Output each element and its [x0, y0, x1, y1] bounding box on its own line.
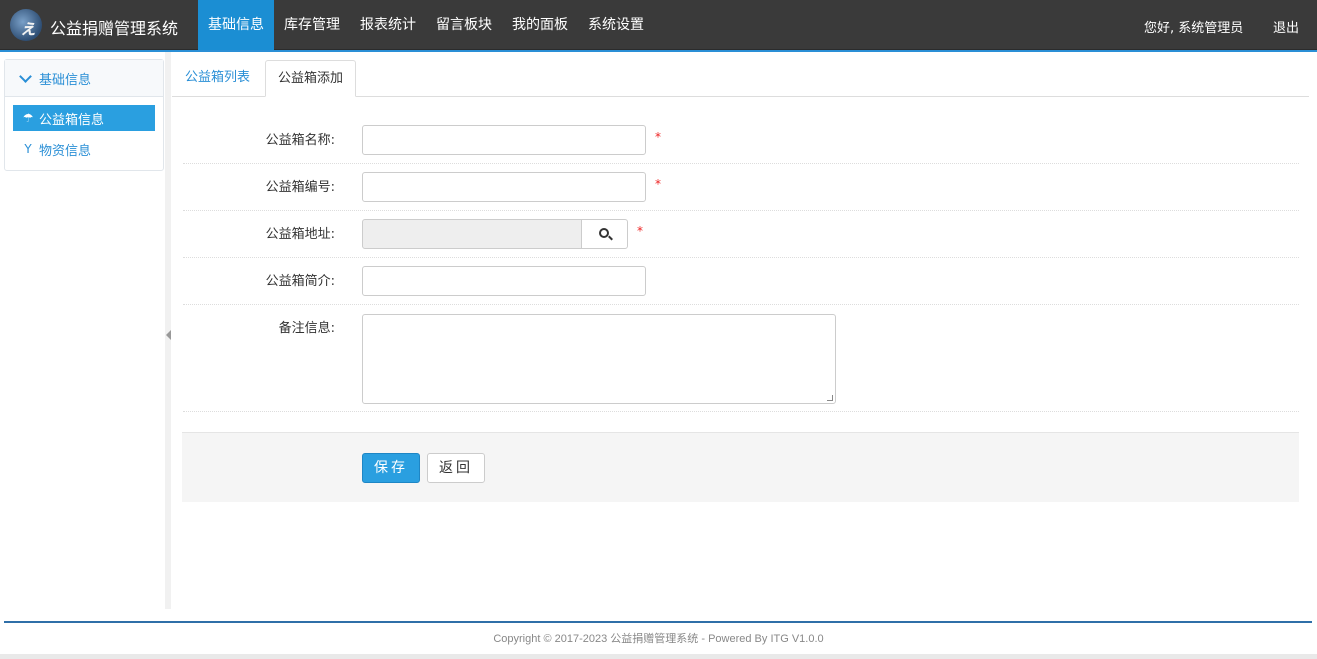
nav-reports[interactable]: 报表统计	[350, 0, 426, 50]
app-title: 公益捐赠管理系统	[50, 19, 179, 38]
name-label: 公益箱名称:	[265, 133, 335, 148]
topbar-divider	[0, 50, 1317, 52]
form-row-intro: 公益箱简介:	[183, 258, 1299, 305]
form-row-remark: 备注信息:	[183, 305, 1299, 412]
nav-basic-info[interactable]: 基础信息	[198, 0, 274, 50]
save-button[interactable]: 保存	[362, 453, 420, 483]
sidebar-item-box-info[interactable]: ☂ 公益箱信息	[13, 105, 155, 131]
collapse-arrow-icon[interactable]	[166, 330, 171, 340]
tab-box-list[interactable]: 公益箱列表	[173, 60, 262, 97]
remark-label: 备注信息:	[278, 321, 335, 336]
search-icon-handle	[608, 235, 613, 241]
top-navbar: ぇ 公益捐赠管理系统 基础信息 库存管理 报表统计 留言板块 我的面板 系统设置…	[0, 0, 1317, 50]
name-input[interactable]	[362, 125, 646, 155]
tab-box-add[interactable]: 公益箱添加	[265, 60, 356, 97]
form-row-name: 公益箱名称: *	[183, 116, 1299, 164]
umbrella-icon: ☂	[22, 111, 34, 125]
remark-textarea[interactable]	[362, 314, 836, 404]
back-button[interactable]: 返回	[427, 453, 485, 483]
required-mark: *	[655, 130, 661, 144]
sidebar: 基础信息 ☂ 公益箱信息 Y 物资信息	[4, 59, 164, 171]
address-search-button[interactable]	[581, 219, 628, 249]
sidebar-section-title: 基础信息	[39, 72, 92, 88]
user-greeting: 您好, 系统管理员	[1144, 21, 1244, 36]
code-label: 公益箱编号:	[265, 180, 335, 195]
address-input[interactable]	[362, 219, 582, 249]
nav-system-settings[interactable]: 系统设置	[578, 0, 654, 50]
main-nav: 基础信息 库存管理 报表统计 留言板块 我的面板 系统设置	[198, 0, 654, 50]
footer-divider	[4, 621, 1312, 623]
nav-inventory[interactable]: 库存管理	[274, 0, 350, 50]
filter-icon: Y	[24, 142, 32, 156]
form-row-address: 公益箱地址: *	[183, 211, 1299, 258]
sidebar-item-label: 物资信息	[39, 143, 92, 159]
address-label: 公益箱地址:	[265, 227, 335, 242]
required-mark: *	[655, 177, 661, 191]
intro-label: 公益箱简介:	[265, 274, 335, 289]
form-row-code: 公益箱编号: *	[183, 164, 1299, 211]
footer-copyright: Copyright © 2017-2023 公益捐赠管理系统 - Powered…	[493, 633, 824, 645]
form-actions: 保存 返回	[182, 432, 1299, 502]
chevron-down-icon	[19, 69, 32, 83]
resize-handle-icon[interactable]	[827, 395, 833, 401]
sidebar-item-goods-info[interactable]: Y 物资信息	[13, 136, 155, 162]
sidebar-item-label: 公益箱信息	[39, 112, 105, 128]
nav-my-panel[interactable]: 我的面板	[502, 0, 578, 50]
runner-logo-icon: ぇ	[10, 9, 42, 41]
window-bottom-edge	[0, 654, 1317, 659]
intro-input[interactable]	[362, 266, 646, 296]
sidebar-section-header[interactable]: 基础信息	[5, 60, 163, 97]
code-input[interactable]	[362, 172, 646, 202]
nav-messages[interactable]: 留言板块	[426, 0, 502, 50]
required-mark: *	[637, 224, 643, 238]
logout-link[interactable]: 退出	[1273, 17, 1299, 36]
